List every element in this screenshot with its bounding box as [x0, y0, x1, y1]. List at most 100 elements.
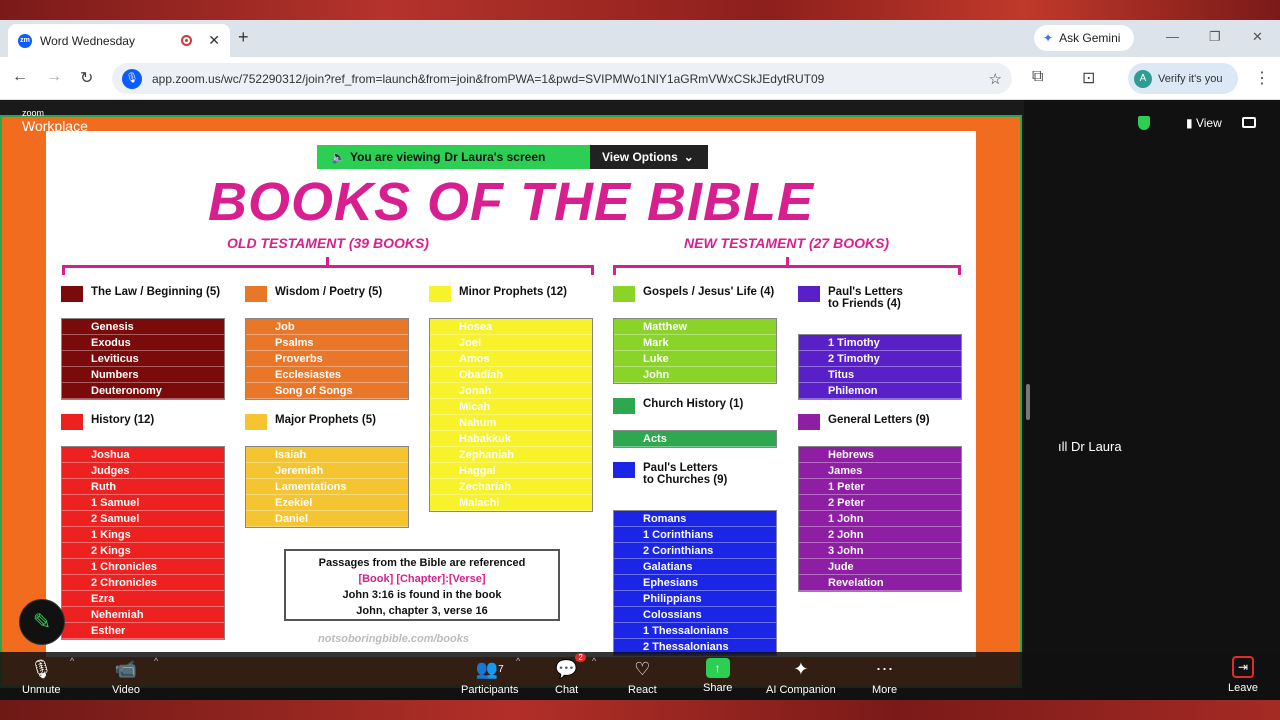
- participants-button[interactable]: 👥 7 Participants: [461, 658, 518, 697]
- extensions-icon[interactable]: ⧉: [1032, 68, 1043, 86]
- book-item: Numbers: [62, 367, 224, 383]
- react-button[interactable]: ♡ React: [628, 658, 657, 697]
- category-history: History (12): [61, 414, 154, 430]
- url-omnibox[interactable]: 🎙 app.zoom.us/wc/752290312/join?ref_from…: [112, 63, 1012, 94]
- view-options-label: View Options: [602, 150, 678, 164]
- general-letters-label: General Letters (9): [828, 414, 930, 426]
- paul-friends-swatch: [798, 286, 820, 302]
- more-button[interactable]: ⋯ More: [872, 658, 897, 697]
- tab-close-icon[interactable]: ✕: [208, 32, 220, 49]
- old-testament-bracket: [62, 265, 594, 275]
- ask-gemini-button[interactable]: ✦ Ask Gemini: [1034, 25, 1134, 51]
- camera-off-icon: 📹: [114, 658, 138, 679]
- address-bar-row: ← → ↻ 🎙 app.zoom.us/wc/752290312/join?re…: [0, 57, 1280, 100]
- category-wisdom: Wisdom / Poetry (5): [245, 286, 382, 302]
- book-item: Micah: [430, 399, 592, 415]
- audio-level-icon: ıll: [1058, 439, 1068, 454]
- participants-caret-icon[interactable]: ^: [516, 656, 520, 666]
- book-item: 1 Chronicles: [62, 559, 224, 575]
- book-item: Jeremiah: [246, 463, 408, 479]
- paul-friends-label: Paul's Letters to Friends (4): [828, 286, 903, 310]
- video-button[interactable]: 📹 Video: [112, 658, 140, 697]
- paul-churches-label: Paul's Letters to Churches (9): [643, 462, 728, 486]
- major-prophets-swatch: [245, 414, 267, 430]
- paul-churches-books: Romans 1 Corinthians 2 Corinthians Galat…: [613, 510, 777, 656]
- site-info-icon[interactable]: 🎙: [122, 68, 142, 89]
- panel-resize-handle[interactable]: [1026, 384, 1030, 420]
- ask-gemini-label: Ask Gemini: [1059, 31, 1121, 45]
- share-button[interactable]: ↑ Share: [703, 658, 732, 694]
- shared-slide: BOOKS OF THE BIBLE OLD TESTAMENT (39 BOO…: [46, 131, 976, 657]
- close-window-button[interactable]: ✕: [1252, 29, 1263, 45]
- history-swatch: [61, 414, 83, 430]
- book-item: Daniel: [246, 511, 408, 527]
- wisdom-label: Wisdom / Poetry (5): [275, 286, 383, 298]
- browser-tab[interactable]: zm Word Wednesday ✕: [8, 24, 230, 57]
- book-item: 2 Peter: [799, 495, 961, 511]
- book-item: 1 Timothy: [799, 335, 961, 351]
- security-shield-icon[interactable]: [1138, 116, 1150, 130]
- book-item: 1 Kings: [62, 527, 224, 543]
- leave-label: Leave: [1228, 682, 1258, 694]
- forward-arrow-icon[interactable]: →: [46, 68, 62, 86]
- microphone-muted-icon: 🎙: [29, 658, 53, 679]
- url-text[interactable]: app.zoom.us/wc/752290312/join?ref_from=l…: [152, 72, 824, 86]
- passage-line4: John, chapter 3, verse 16: [356, 605, 488, 617]
- book-item: 2 Timothy: [799, 351, 961, 367]
- book-item: Deuteronomy: [62, 383, 224, 399]
- passage-line1: Passages from the Bible are referenced: [318, 557, 526, 569]
- book-item: Ephesians: [614, 575, 776, 591]
- profile-avatar: A: [1134, 69, 1152, 88]
- verify-profile-button[interactable]: A Verify it's you: [1128, 63, 1238, 94]
- media-icon[interactable]: ⊡: [1082, 68, 1095, 88]
- meeting-toolbar: 🎙 Unmute ^ 📹 Video ^ 👥 7 Participants ^ 💬…: [0, 652, 1280, 700]
- annotate-pencil-button[interactable]: ✎: [19, 599, 65, 645]
- chat-icon: 💬 2: [555, 653, 586, 680]
- back-arrow-icon[interactable]: ←: [12, 68, 28, 86]
- participants-count: 7: [498, 663, 504, 675]
- book-item: 2 Chronicles: [62, 575, 224, 591]
- new-bracket-tick: [786, 257, 789, 265]
- law-books: Genesis Exodus Leviticus Numbers Deutero…: [61, 318, 225, 400]
- book-item: Acts: [614, 431, 776, 447]
- viewing-name: Dr Laura's screen: [444, 150, 546, 164]
- old-bracket-tick: [326, 257, 329, 265]
- book-item: Romans: [614, 511, 776, 527]
- book-item: Malachi: [430, 495, 592, 511]
- restore-button[interactable]: ❐: [1209, 29, 1221, 45]
- ai-companion-button[interactable]: ✦ AI Companion: [766, 658, 836, 697]
- minimize-button[interactable]: —: [1166, 29, 1179, 44]
- old-testament-label: OLD TESTAMENT (39 BOOKS): [227, 235, 429, 251]
- slide-title: BOOKS OF THE BIBLE: [207, 172, 814, 232]
- gallery-layout-icon[interactable]: [1242, 117, 1256, 128]
- zoom-logo-small: zoom: [22, 108, 45, 118]
- book-item: Luke: [614, 351, 776, 367]
- view-button[interactable]: ▮ View: [1186, 116, 1222, 130]
- passage-line3: John 3:16 is found in the book: [342, 589, 502, 601]
- gospels-label: Gospels / Jesus' Life (4): [643, 286, 775, 298]
- book-item: Ruth: [62, 479, 224, 495]
- bookmark-star-icon[interactable]: ☆: [989, 70, 1002, 88]
- video-label: Video: [112, 684, 140, 696]
- book-item: Haggai: [430, 463, 592, 479]
- menu-dots-icon[interactable]: ⋮: [1254, 68, 1270, 88]
- view-icon: ▮: [1186, 116, 1196, 130]
- leave-button[interactable]: ⇥ Leave: [1228, 656, 1258, 694]
- new-testament-label: NEW TESTAMENT (27 BOOKS): [684, 235, 890, 251]
- chat-button[interactable]: 💬 2 Chat: [555, 653, 586, 696]
- participant-tile[interactable]: ıll Dr Laura: [1058, 439, 1122, 454]
- category-minor-prophets: Minor Prophets (12): [429, 286, 567, 302]
- react-label: React: [628, 684, 657, 696]
- wisdom-books: Job Psalms Proverbs Ecclesiastes Song of…: [245, 318, 409, 400]
- unmute-button[interactable]: 🎙 Unmute: [22, 658, 61, 697]
- reload-icon[interactable]: ↻: [80, 68, 93, 88]
- video-options-caret-icon[interactable]: ^: [154, 656, 158, 666]
- audio-options-caret-icon[interactable]: ^: [70, 656, 74, 666]
- book-item: Zechariah: [430, 479, 592, 495]
- chat-caret-icon[interactable]: ^: [592, 656, 596, 666]
- chat-label: Chat: [555, 684, 579, 696]
- new-tab-button[interactable]: +: [238, 27, 249, 48]
- book-item: Nahum: [430, 415, 592, 431]
- book-item: 1 Samuel: [62, 495, 224, 511]
- view-options-button[interactable]: View Options ⌄: [590, 145, 708, 169]
